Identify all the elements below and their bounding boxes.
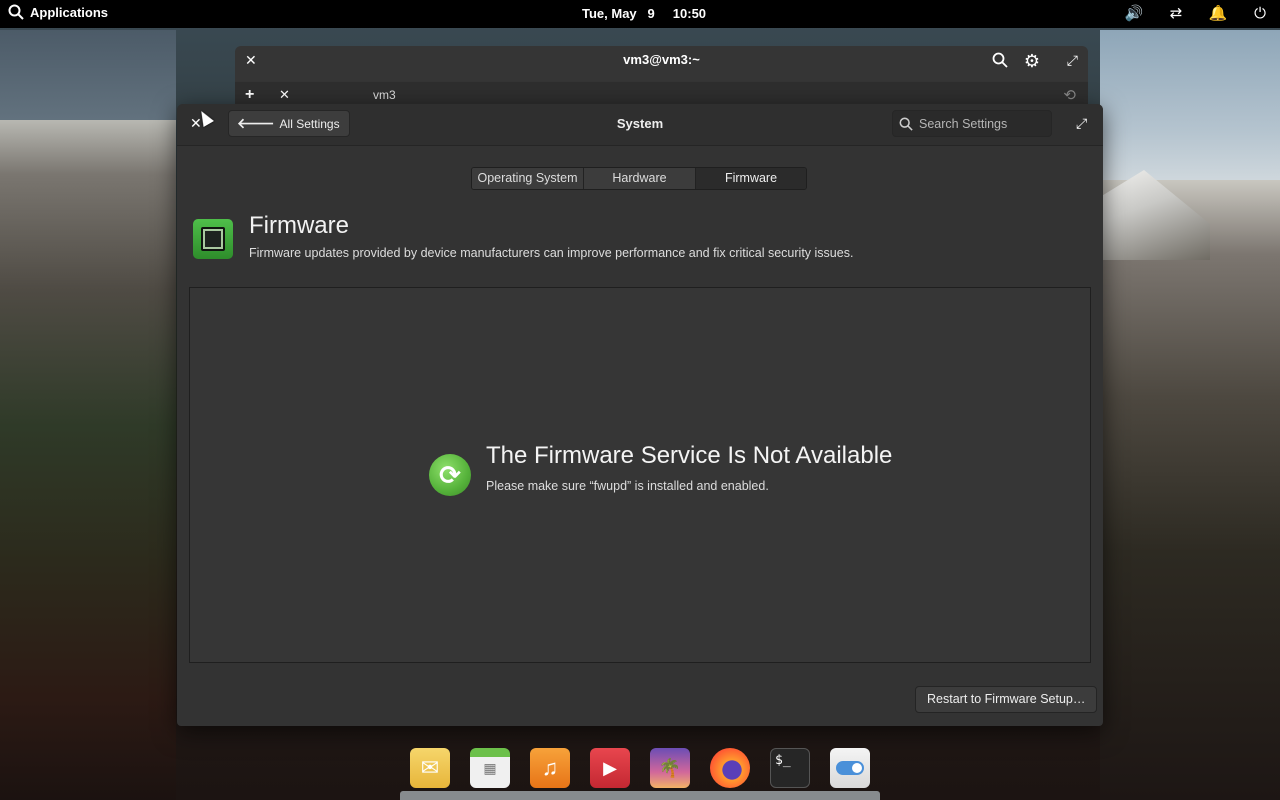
- terminal-history-icon[interactable]: ⟲: [1063, 86, 1076, 104]
- top-panel: Applications Tue, May 9 10:50 🔊 ⇄ 🔔 ⏻: [0, 0, 1280, 28]
- tab-firmware[interactable]: Firmware: [696, 168, 806, 189]
- terminal-gear-icon[interactable]: ⚙: [1024, 51, 1040, 72]
- photos-icon: 🌴: [650, 748, 690, 788]
- system-tray: 🔊 ⇄ 🔔 ⏻: [1124, 4, 1270, 24]
- dock: ✉ ▦ ♫ ▶ 🌴 $_: [400, 738, 880, 800]
- dock-item-videos[interactable]: ▶: [580, 738, 640, 798]
- firmware-chip-icon: [193, 219, 233, 259]
- wallpaper-cliff-left: [0, 120, 176, 800]
- dock-item-mail[interactable]: ✉: [400, 738, 460, 798]
- search-field[interactable]: [892, 110, 1052, 137]
- all-settings-button[interactable]: 🡐 All Settings: [228, 110, 350, 137]
- placeholder-title: The Firmware Service Is Not Available: [486, 442, 893, 469]
- mail-icon: ✉: [410, 748, 450, 788]
- restart-firmware-setup-button[interactable]: Restart to Firmware Setup…: [915, 686, 1098, 713]
- terminal-tab-label[interactable]: vm3: [373, 88, 396, 102]
- firefox-icon: [710, 748, 750, 788]
- stack-switcher: Operating System Hardware Firmware: [471, 167, 807, 190]
- dock-item-firefox[interactable]: [700, 738, 760, 798]
- tab-operating-system[interactable]: Operating System: [472, 168, 584, 189]
- page-title: Firmware: [249, 212, 349, 239]
- wallpaper-sky-right: [1100, 30, 1280, 200]
- terminal-new-tab-icon[interactable]: +: [245, 86, 254, 104]
- search-icon: [899, 117, 913, 131]
- dock-item-calendar[interactable]: ▦: [460, 738, 520, 798]
- tab-hardware[interactable]: Hardware: [584, 168, 696, 189]
- toggle-settings-icon: [830, 748, 870, 788]
- videos-icon: ▶: [590, 748, 630, 788]
- dock-item-terminal[interactable]: $_: [760, 738, 820, 798]
- music-icon: ♫: [530, 748, 570, 788]
- back-arrow-icon: 🡐: [237, 115, 275, 131]
- sync-icon: ⟳: [429, 454, 471, 496]
- terminal-tab-close-icon[interactable]: ✕: [279, 87, 290, 103]
- terminal-title: vm3@vm3:~: [623, 52, 700, 67]
- network-icon[interactable]: ⇄: [1166, 4, 1186, 24]
- calendar-icon: ▦: [470, 748, 510, 788]
- terminal-icon: $_: [770, 748, 810, 788]
- firmware-list-panel: ⟳ The Firmware Service Is Not Available …: [189, 287, 1091, 663]
- terminal-maximize-icon[interactable]: ⤢: [1067, 52, 1078, 69]
- dock-item-photos[interactable]: 🌴: [640, 738, 700, 798]
- search-icon: [8, 4, 24, 20]
- search-input[interactable]: [919, 116, 1047, 131]
- terminal-search-icon[interactable]: [992, 52, 1008, 73]
- all-settings-label: All Settings: [279, 116, 340, 131]
- clock[interactable]: Tue, May 9 10:50: [582, 6, 706, 21]
- power-icon[interactable]: ⏻: [1250, 4, 1270, 24]
- notifications-icon[interactable]: 🔔: [1208, 4, 1228, 24]
- maximize-icon[interactable]: ⤢: [1076, 115, 1087, 132]
- page-description: Firmware updates provided by device manu…: [249, 246, 854, 260]
- placeholder-description: Please make sure “fwupd” is installed an…: [486, 479, 769, 493]
- terminal-close-icon[interactable]: ✕: [245, 52, 257, 69]
- applications-label: Applications: [30, 4, 109, 20]
- applications-menu[interactable]: Applications: [8, 4, 108, 20]
- headerbar: ✕ 🡐 All Settings System ⤢: [177, 104, 1103, 146]
- volume-icon[interactable]: 🔊: [1124, 4, 1144, 24]
- wallpaper-cliff-right: [1100, 180, 1280, 800]
- dock-item-music[interactable]: ♫: [520, 738, 580, 798]
- dock-item-settings[interactable]: [820, 738, 880, 798]
- settings-window: ✕ 🡐 All Settings System ⤢ Operating Syst…: [177, 104, 1103, 726]
